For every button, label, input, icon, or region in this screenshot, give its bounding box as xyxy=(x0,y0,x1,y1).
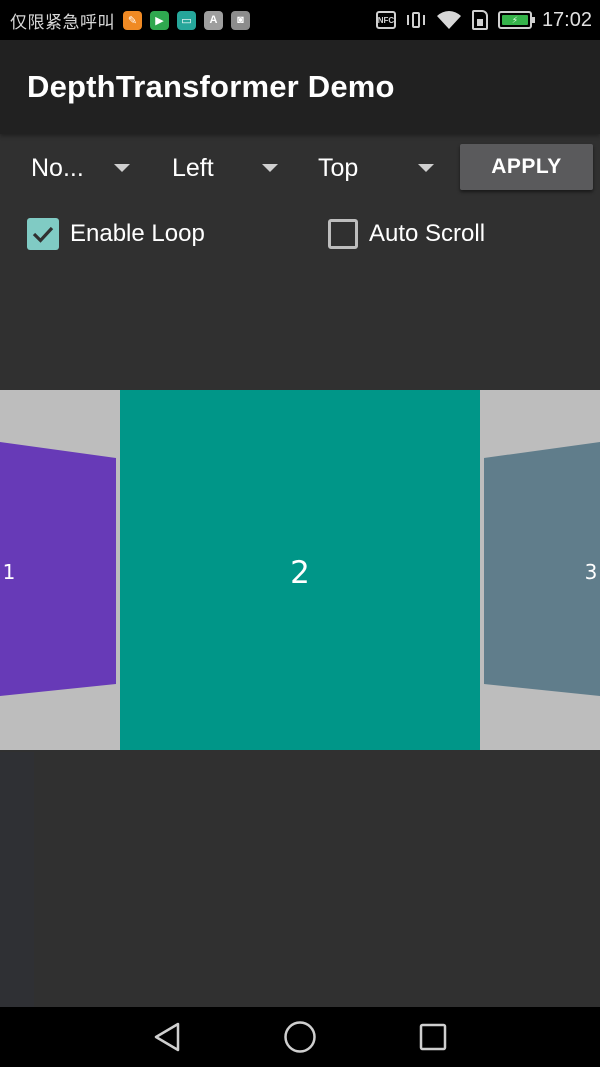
enable-loop-label: Enable Loop xyxy=(70,220,205,247)
page-1-label: 1 xyxy=(3,560,16,584)
wifi-icon xyxy=(436,11,461,29)
pager-canvas: 1 2 3 xyxy=(0,390,600,750)
auto-scroll-label: Auto Scroll xyxy=(369,220,486,247)
vibrate-icon xyxy=(406,11,426,29)
sim-card-icon xyxy=(471,10,488,30)
spinner-value: No... xyxy=(31,153,84,182)
spinner-value: Left xyxy=(172,153,214,182)
orientation-spinner[interactable]: Left xyxy=(172,138,282,198)
orange-app-icon: ✎ xyxy=(123,10,142,30)
dropdown-arrow-icon xyxy=(262,164,278,172)
nfc-icon: NFC xyxy=(375,11,396,29)
recents-icon xyxy=(419,1023,447,1051)
page-1-card[interactable] xyxy=(0,442,116,696)
view-pager[interactable]: 1 2 3 xyxy=(0,390,600,750)
app-title: DepthTransformer Demo xyxy=(27,69,395,104)
status-left: 仅限紧急呼叫 ✎ ▶ ▭ A ◙ xyxy=(10,8,250,33)
apply-button[interactable]: APPLY xyxy=(460,144,593,190)
grey-app-icon: ◙ xyxy=(231,10,250,30)
app-bar: DepthTransformer Demo xyxy=(0,40,600,134)
auto-scroll-checkbox[interactable]: Auto Scroll xyxy=(328,216,485,252)
clock: 17:02 xyxy=(541,8,592,31)
home-icon xyxy=(284,1021,316,1053)
enable-loop-checkbox[interactable]: Enable Loop xyxy=(27,216,205,252)
page-3-label: 3 xyxy=(585,560,598,584)
play-store-icon: ▶ xyxy=(150,10,169,30)
navigation-bar xyxy=(0,1007,600,1067)
status-bar: 仅限紧急呼叫 ✎ ▶ ▭ A ◙ NFC ⚡ 17:02 xyxy=(0,0,600,40)
status-right: NFC ⚡ 17:02 xyxy=(375,8,592,32)
recents-button[interactable] xyxy=(393,1007,473,1067)
spinner-value: Top xyxy=(318,153,359,182)
checkbox-unchecked-icon xyxy=(328,219,358,249)
a-app-icon: A xyxy=(204,10,223,30)
page-2-label: 2 xyxy=(290,555,310,591)
transformer-spinner[interactable]: No... xyxy=(31,138,141,198)
dropdown-arrow-icon xyxy=(418,164,434,172)
home-button[interactable] xyxy=(260,1007,340,1067)
back-button[interactable] xyxy=(127,1007,207,1067)
controls-row: No... Left Top APPLY xyxy=(0,138,600,198)
back-icon xyxy=(154,1022,180,1052)
page-3-card[interactable] xyxy=(484,442,600,696)
battery-icon: ⚡ xyxy=(497,11,535,29)
carrier-text: 仅限紧急呼叫 xyxy=(10,12,115,33)
gravity-spinner[interactable]: Top xyxy=(318,138,438,198)
checkbox-checked-icon xyxy=(27,218,59,250)
dropdown-arrow-icon xyxy=(114,164,130,172)
background-strip xyxy=(0,752,34,1008)
teal-app-icon: ▭ xyxy=(177,10,196,30)
